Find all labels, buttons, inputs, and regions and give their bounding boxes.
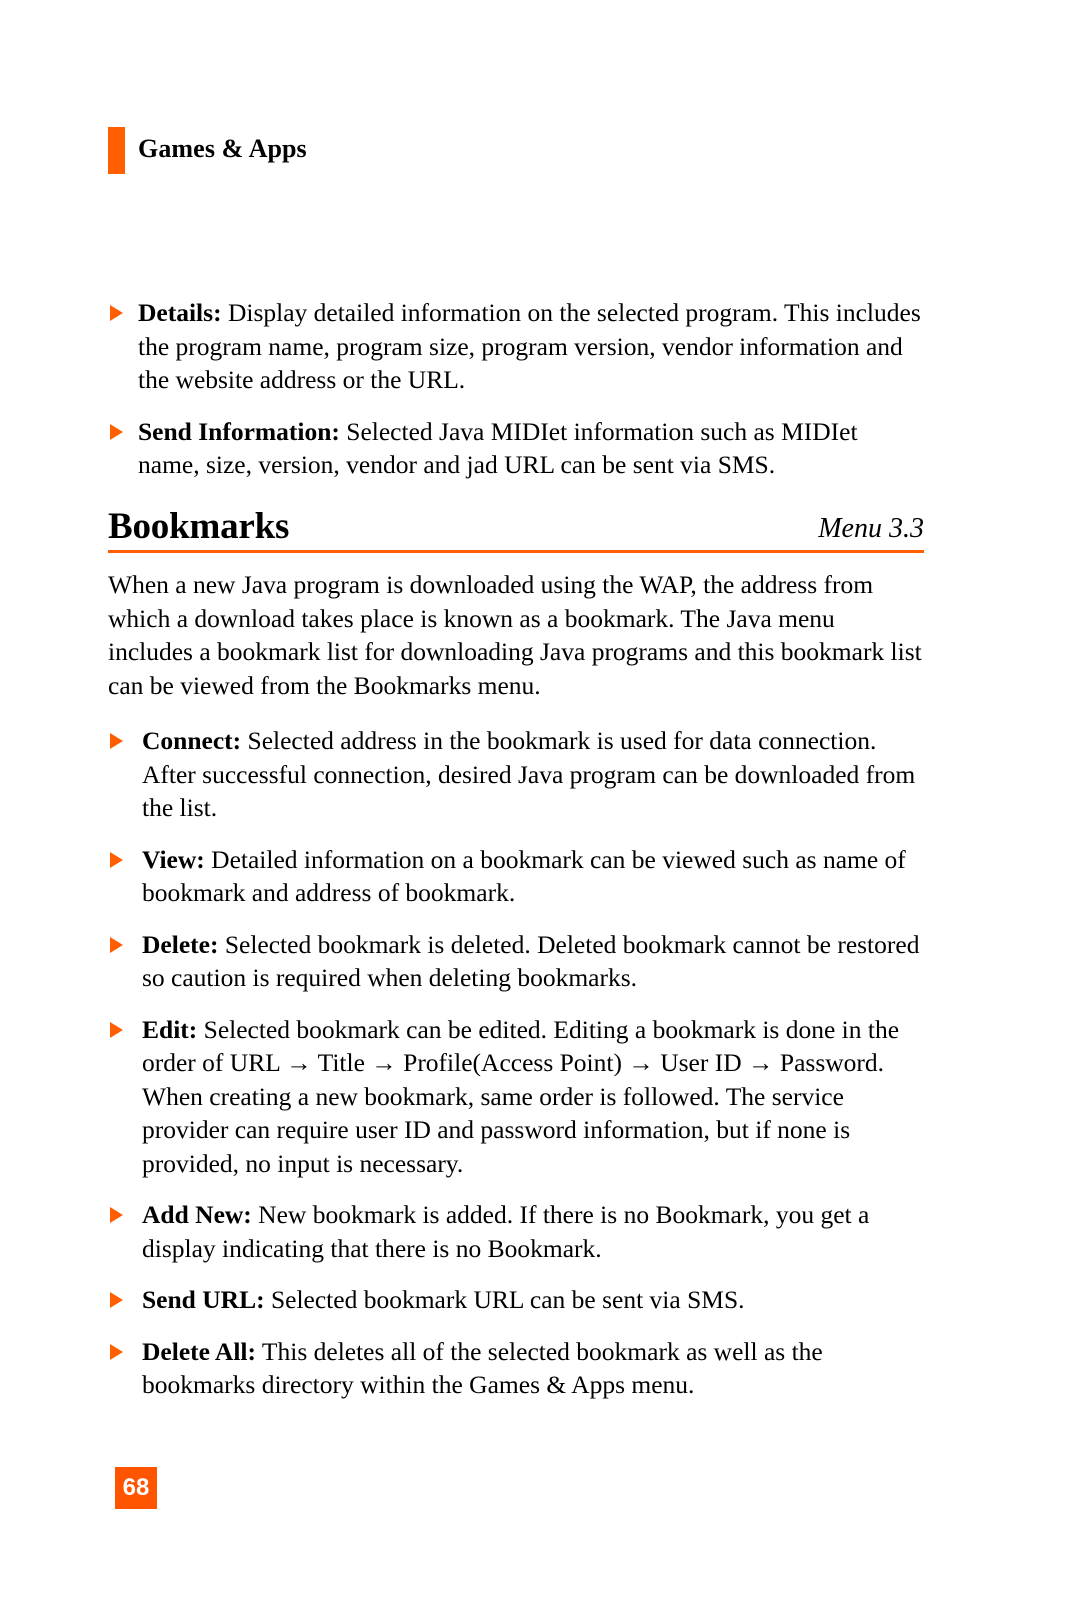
running-header: Games & Apps xyxy=(108,126,307,174)
page-number-badge: 68 xyxy=(115,1467,157,1509)
list-item: Delete All: This deletes all of the sele… xyxy=(108,1335,924,1402)
chapter-title: Games & Apps xyxy=(138,134,307,163)
list-item: Edit: Selected bookmark can be edited. E… xyxy=(108,1013,924,1181)
header-accent-bar-icon xyxy=(108,126,125,174)
section-menu-label: Menu 3.3 xyxy=(818,512,924,544)
bullet-term: Connect: xyxy=(142,726,242,756)
triangle-bullet-icon xyxy=(110,851,123,868)
triangle-bullet-icon xyxy=(110,1292,123,1309)
bookmarks-bullet-list: Connect: Selected address in the bookmar… xyxy=(108,724,924,1402)
bullet-term: Add New: xyxy=(142,1200,252,1230)
list-item: Details: Display detailed information on… xyxy=(108,296,924,397)
bullet-description: Selected bookmark is deleted. Deleted bo… xyxy=(142,929,920,993)
list-item: View: Detailed information on a bookmark… xyxy=(108,843,924,910)
bullet-description: Selected bookmark can be edited. Editing… xyxy=(142,1014,900,1178)
list-item: Send URL: Selected bookmark URL can be s… xyxy=(108,1283,924,1317)
page-content: Details: Display detailed information on… xyxy=(108,296,924,1402)
list-item: Delete: Selected bookmark is deleted. De… xyxy=(108,928,924,995)
bullet-term: Details: xyxy=(138,298,222,327)
bullet-description: Detailed information on a bookmark can b… xyxy=(142,844,906,908)
bookmarks-section: Bookmarks Menu 3.3 When a new Java progr… xyxy=(108,505,924,1402)
bullet-term: View: xyxy=(142,844,205,874)
manual-page: Games & Apps Details: Display detailed i… xyxy=(0,0,1080,1621)
bullet-term: Edit: xyxy=(142,1014,198,1044)
section-intro-paragraph: When a new Java program is downloaded us… xyxy=(108,570,922,700)
section-title: Bookmarks xyxy=(108,505,290,547)
list-item: Add New: New bookmark is added. If there… xyxy=(108,1198,924,1265)
triangle-bullet-icon xyxy=(110,423,123,440)
bullet-term: Delete: xyxy=(142,929,219,959)
list-item: Send Information: Selected Java MIDIet i… xyxy=(108,415,924,482)
triangle-bullet-icon xyxy=(110,1207,123,1224)
triangle-bullet-icon xyxy=(110,305,123,321)
bullet-term: Send URL: xyxy=(142,1285,265,1315)
bullet-description: Display detailed information on the sele… xyxy=(138,298,921,394)
bullet-term: Send Information: xyxy=(138,416,340,446)
triangle-bullet-icon xyxy=(110,1021,123,1038)
triangle-bullet-icon xyxy=(110,1343,123,1360)
bullet-description: Selected bookmark URL can be sent via SM… xyxy=(264,1285,745,1315)
bullet-description: Selected address in the bookmark is used… xyxy=(142,726,916,823)
bullet-term: Delete All: xyxy=(142,1336,256,1366)
triangle-bullet-icon xyxy=(110,733,123,750)
triangle-bullet-icon xyxy=(110,936,123,953)
list-item: Connect: Selected address in the bookmar… xyxy=(108,724,924,825)
bullet-description: New bookmark is added. If there is no Bo… xyxy=(142,1200,870,1263)
section-header: Bookmarks Menu 3.3 xyxy=(108,505,924,554)
top-bullet-list: Details: Display detailed information on… xyxy=(108,296,924,482)
